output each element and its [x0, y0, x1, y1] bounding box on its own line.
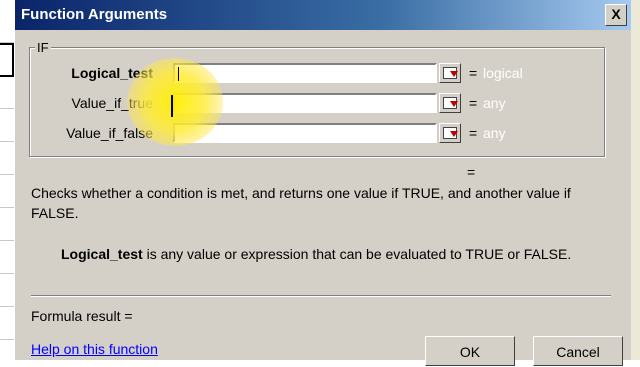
argument-description-text: is any value or expression that can be e…: [142, 246, 572, 262]
cursor-highlight: [127, 58, 223, 146]
value-if-false-equals: =: [469, 125, 478, 141]
ok-button[interactable]: OK: [425, 336, 515, 366]
logical-test-collapse-button[interactable]: [439, 63, 461, 83]
logical-test-label: Logical_test: [71, 65, 153, 81]
value-if-true-collapse-button[interactable]: [439, 93, 461, 113]
value-if-false-collapse-button[interactable]: [439, 123, 461, 143]
cancel-button[interactable]: Cancel: [533, 336, 623, 366]
logical-test-result: logical: [483, 65, 523, 81]
logical-test-equals: =: [469, 65, 478, 81]
value-if-false-label: Value_if_false: [66, 125, 153, 141]
argument-description-name: Logical_test: [61, 246, 143, 262]
value-if-false-result: any: [483, 125, 506, 141]
text-cursor: [178, 67, 179, 81]
dialog-title: Function Arguments: [21, 6, 168, 23]
mouse-ibeam-cursor: [171, 95, 173, 117]
function-result-equals: =: [467, 164, 476, 180]
function-arguments-dialog: Function Arguments X IF Logical_test = l…: [14, 0, 631, 366]
function-description: Checks whether a condition is met, and r…: [31, 185, 571, 221]
function-name-label: IF: [35, 40, 51, 55]
separator: [31, 295, 611, 297]
value-if-true-equals: =: [469, 95, 478, 111]
formula-result: Formula result =: [31, 308, 133, 324]
selected-cell[interactable]: [0, 43, 14, 77]
close-button[interactable]: X: [605, 4, 627, 26]
help-link[interactable]: Help on this function: [31, 341, 158, 357]
value-if-true-result: any: [483, 95, 506, 111]
argument-description: Logical_test is any value or expression …: [61, 246, 621, 262]
title-bar[interactable]: Function Arguments X: [15, 0, 631, 30]
